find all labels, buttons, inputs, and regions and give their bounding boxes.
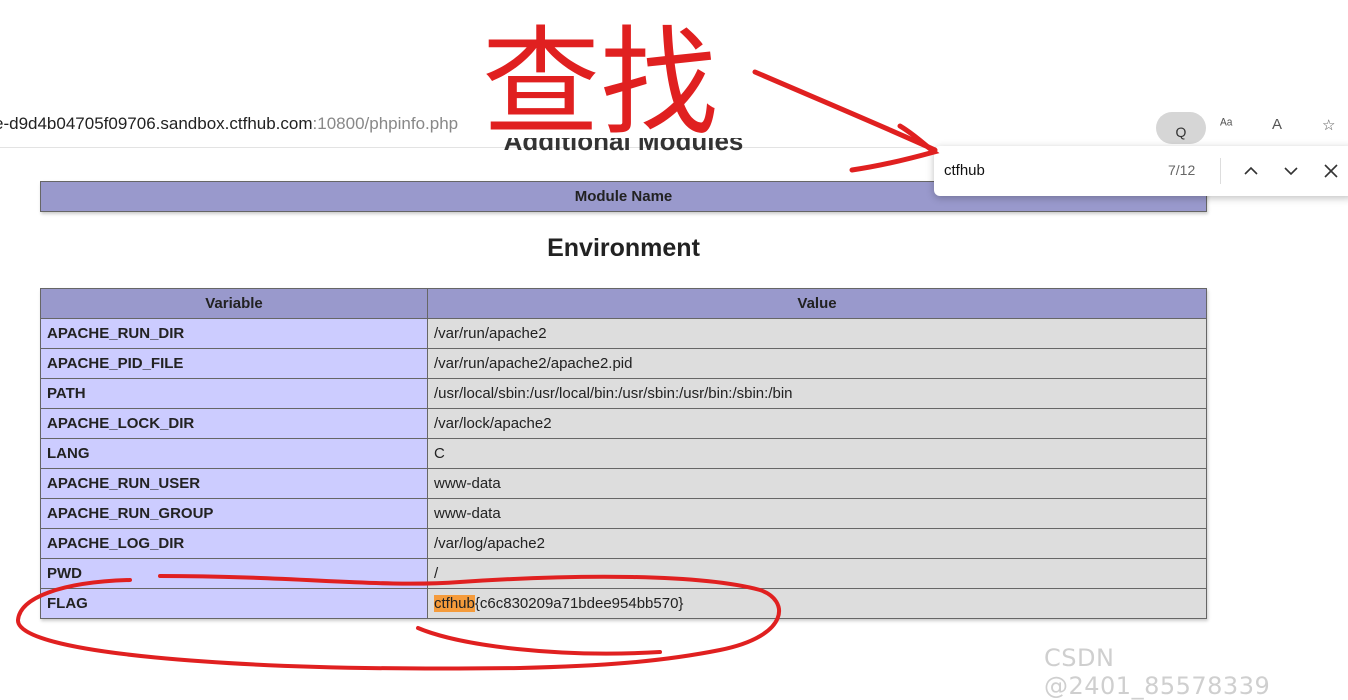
flag-row: FLAG ctfhub{c6c830209a71bdee954bb570} — [40, 588, 1207, 619]
env-value: www-data — [427, 468, 1207, 499]
env-value: /var/run/apache2 — [427, 318, 1207, 349]
translate-icon[interactable]: A — [1272, 116, 1282, 133]
close-icon — [1324, 164, 1338, 178]
address-bar[interactable]: e-d9d4b04705f09706.sandbox.ctfhub.com:10… — [0, 114, 458, 134]
variable-header: Variable — [40, 288, 428, 319]
env-variable: APACHE_PID_FILE — [40, 348, 428, 379]
chevron-down-icon — [1284, 167, 1298, 176]
env-value: /var/run/apache2/apache2.pid — [427, 348, 1207, 379]
env-variable: APACHE_RUN_DIR — [40, 318, 428, 349]
env-value: /usr/local/sbin:/usr/local/bin:/usr/sbin… — [427, 378, 1207, 409]
url-host: e-d9d4b04705f09706.sandbox.ctfhub.com — [0, 114, 313, 133]
env-variable: PWD — [40, 558, 428, 589]
env-value: / — [427, 558, 1207, 589]
env-variable: APACHE_RUN_USER — [40, 468, 428, 499]
value-header: Value — [427, 288, 1207, 319]
env-variable: APACHE_LOG_DIR — [40, 528, 428, 559]
favorite-star-icon[interactable]: ☆ — [1322, 116, 1335, 134]
annotation-circle-inner — [416, 626, 662, 656]
env-variable: APACHE_LOCK_DIR — [40, 408, 428, 439]
table-row: APACHE_RUN_GROUP www-data — [40, 498, 1207, 529]
env-variable: APACHE_RUN_GROUP — [40, 498, 428, 529]
table-row: LANG C — [40, 438, 1207, 469]
table-row: APACHE_PID_FILE /var/run/apache2/apache2… — [40, 348, 1207, 379]
find-divider — [1220, 158, 1221, 184]
table-row: PATH /usr/local/sbin:/usr/local/bin:/usr… — [40, 378, 1207, 409]
table-row: APACHE_LOCK_DIR /var/lock/apache2 — [40, 408, 1207, 439]
read-aloud-icon[interactable]: ᴬᵃ — [1220, 116, 1232, 133]
flag-value-rest: {c6c830209a71bdee954bb570} — [474, 595, 684, 612]
table-row: APACHE_RUN_DIR /var/run/apache2 — [40, 318, 1207, 349]
environment-table: Variable Value APACHE_RUN_DIR /var/run/a… — [40, 288, 1207, 619]
find-bar: 7/12 — [934, 146, 1348, 196]
watermark: CSDN @2401_85578339 — [1044, 644, 1271, 700]
table-row: APACHE_LOG_DIR /var/log/apache2 — [40, 528, 1207, 559]
browser-toolbar: e-d9d4b04705f09706.sandbox.ctfhub.com:10… — [0, 0, 1348, 150]
flag-value: ctfhub{c6c830209a71bdee954bb570} — [427, 588, 1207, 619]
table-row: APACHE_RUN_USER www-data — [40, 468, 1207, 499]
env-value: /var/lock/apache2 — [427, 408, 1207, 439]
env-value: C — [427, 438, 1207, 469]
next-match-button[interactable] — [1276, 156, 1306, 186]
previous-match-button[interactable] — [1236, 156, 1266, 186]
env-value: /var/log/apache2 — [427, 528, 1207, 559]
flag-variable: FLAG — [40, 588, 428, 619]
close-find-button[interactable] — [1316, 156, 1346, 186]
table-row: PWD / — [40, 558, 1207, 589]
env-value: www-data — [427, 498, 1207, 529]
env-variable: PATH — [40, 378, 428, 409]
search-match-highlight: ctfhub — [434, 595, 475, 612]
url-path: :10800/phpinfo.php — [312, 114, 459, 133]
environment-heading: Environment — [547, 234, 700, 262]
env-variable: LANG — [40, 438, 428, 469]
match-count: 7/12 — [1168, 162, 1196, 178]
chevron-up-icon — [1244, 166, 1258, 175]
find-input[interactable] — [944, 158, 1144, 182]
